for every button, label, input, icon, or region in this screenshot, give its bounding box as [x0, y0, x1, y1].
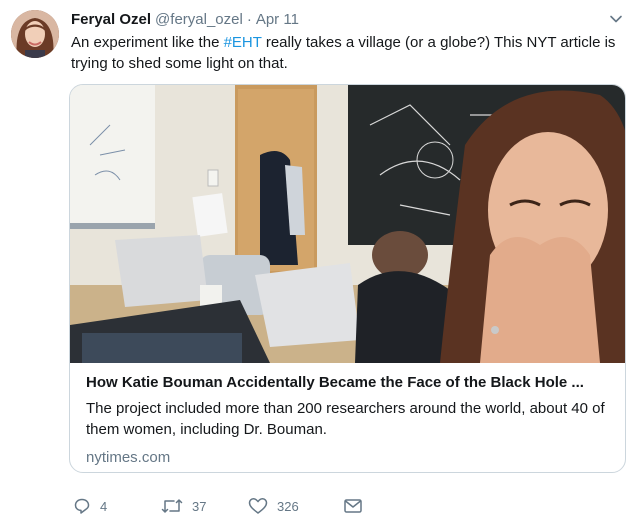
card-photo — [70, 85, 625, 363]
hashtag-link[interactable]: #EHT — [224, 34, 262, 51]
envelope-icon — [344, 499, 362, 513]
tweet-text-start: An experiment like the — [71, 34, 224, 51]
reply-count: 4 — [100, 498, 108, 514]
tweet-header: Feryal Ozel @feryal_ozel · Apr 11 — [71, 9, 624, 29]
card-domain: nytimes.com — [86, 449, 171, 466]
card-body: How Katie Bouman Accidentally Became the… — [70, 363, 625, 472]
avatar[interactable] — [11, 10, 59, 58]
retweet-count: 37 — [192, 498, 207, 514]
author-handle[interactable]: @feryal_ozel — [155, 11, 243, 28]
link-card[interactable]: How Katie Bouman Accidentally Became the… — [69, 84, 626, 473]
retweet-icon — [161, 499, 183, 513]
like-button[interactable]: 326 — [248, 497, 343, 515]
tweet-date[interactable]: Apr 11 — [256, 11, 299, 28]
chevron-down-icon[interactable] — [608, 11, 624, 27]
author-name[interactable]: Feryal Ozel — [71, 11, 151, 28]
tweet-text: An experiment like the #EHT really takes… — [71, 32, 627, 74]
reply-icon — [74, 498, 90, 514]
heart-icon — [248, 498, 268, 514]
retweet-button[interactable]: 37 — [161, 497, 248, 515]
tweet-actions: 4 37 326 — [73, 495, 363, 517]
like-count: 326 — [277, 498, 299, 514]
card-description: The project included more than 200 resea… — [86, 400, 605, 438]
separator-dot: · — [246, 10, 252, 28]
avatar-image — [11, 10, 59, 58]
reply-button[interactable]: 4 — [73, 497, 161, 515]
direct-message-button[interactable] — [343, 497, 363, 515]
card-title[interactable]: How Katie Bouman Accidentally Became the… — [86, 373, 613, 393]
